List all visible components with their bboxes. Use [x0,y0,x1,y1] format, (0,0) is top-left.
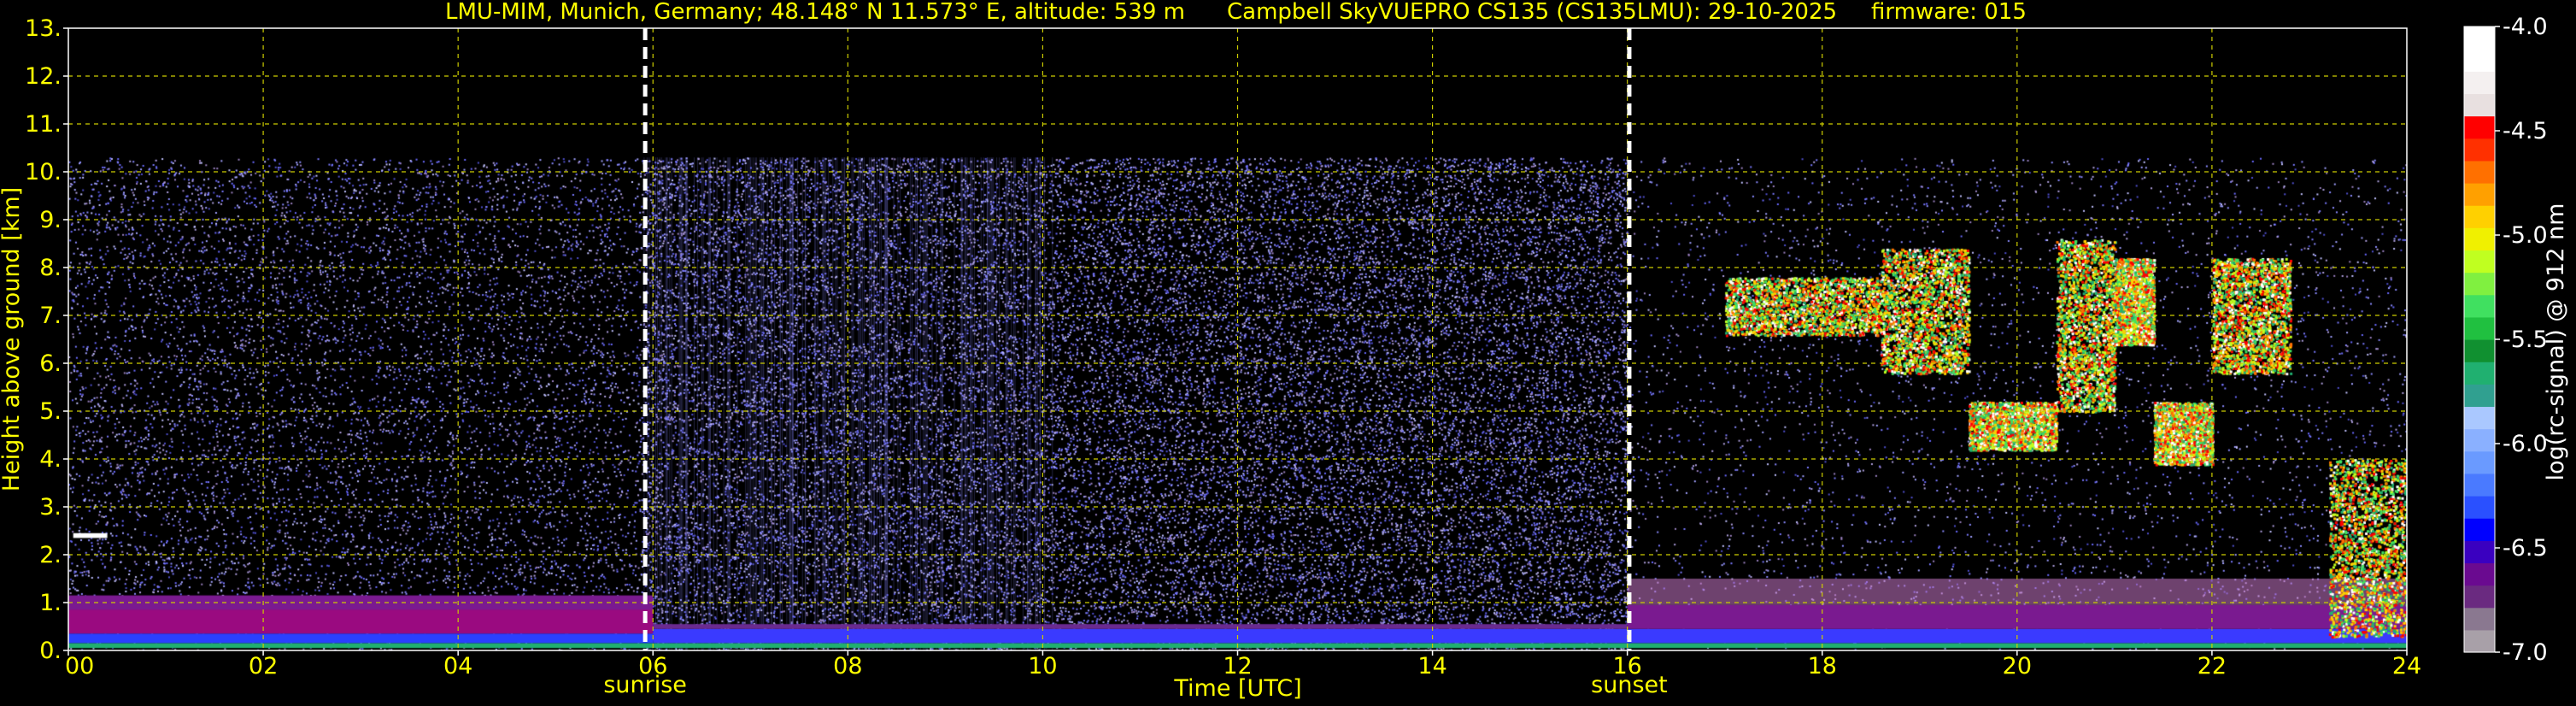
colorbar-segment [2464,316,2495,340]
colorbar-segment [2464,518,2495,541]
colorbar-tick-label: -5.0 [2503,222,2548,249]
colorbar-tick-label: -7.0 [2503,639,2548,666]
y-tick-label: 5. [39,398,62,425]
x-tick-label: 18 [1808,653,1837,680]
colorbar-segment [2464,26,2495,50]
chart-title-left: LMU-MIM, Munich, Germany; 48.148° N 11.5… [445,0,1185,25]
colorbar-segment [2464,428,2495,452]
colorbar-segment [2464,138,2495,162]
colorbar-segment [2464,160,2495,184]
x-tick-label: 10 [1028,653,1057,680]
colorbar-segment [2464,71,2495,95]
y-tick-label: 4. [39,446,62,473]
y-tick-label: 6. [39,350,62,377]
colorbar-segment [2464,607,2495,631]
x-tick-label: 02 [249,653,278,680]
y-tick-label: 3. [39,494,62,521]
chart-title-mid: Campbell SkyVUEPRO CS135 (CS135LMU): 29-… [1227,0,1837,25]
colorbar-tick-label: -5.5 [2503,327,2548,353]
y-tick-label: 11. [25,111,62,138]
colorbar-label: log(rc-signal) @ 912 nm [2543,203,2569,481]
colorbar-tick-label: -4.5 [2503,118,2548,144]
colorbar-segment [2464,562,2495,586]
y-tick-label: 7. [39,303,62,329]
y-tick-label: 0. [39,638,62,664]
x-tick-label: 20 [2003,653,2032,680]
colorbar-tick-label: -6.5 [2503,535,2548,562]
y-tick-label: 13. [25,15,62,42]
colorbar-segment [2464,250,2495,274]
y-tick-label: 8. [39,255,62,281]
y-tick-label: 10. [25,159,62,185]
colorbar-segment [2464,115,2495,139]
colorbar-segment [2464,585,2495,609]
x-tick-label: 24 [2392,653,2421,680]
chart-title-right: firmware: 015 [1871,0,2027,25]
y-axis-label: Height above ground [km] [0,187,25,491]
colorbar-segment [2464,339,2495,362]
colorbar-segment [2464,540,2495,564]
colorbar-segment [2464,183,2495,206]
y-tick-label: 9. [39,207,62,233]
colorbar-segment [2464,384,2495,408]
colorbar-tick-label: -4.0 [2503,14,2548,40]
y-tick-label: 2. [39,542,62,568]
colorbar-segment [2464,406,2495,430]
colorbar-segment [2464,629,2495,653]
y-tick-label: 12. [25,63,62,90]
colorbar-segment [2464,450,2495,474]
x-tick-label: 14 [1417,653,1446,680]
colorbar-segment [2464,496,2495,519]
x-tick-label: 00 [65,653,94,680]
y-tick-label: 1. [39,590,62,616]
colorbar-segment [2464,93,2495,117]
x-axis-label: Time [UTC] [1173,675,1301,702]
x-tick-label: 06 [638,653,667,680]
colorbar-segment [2464,272,2495,296]
x-tick-label: 08 [833,653,862,680]
colorbar-tick-label: -6.0 [2503,431,2548,457]
ceilometer-chart: sunrise sunset 00 02 04 06 08 10 12 14 16 18 20 22 24… [0,0,2576,706]
x-tick-label: 16 [1612,653,1641,680]
colorbar-segment [2464,362,2495,385]
colorbar-segment [2464,473,2495,497]
colorbar-segment [2464,294,2495,318]
colorbar-segment [2464,205,2495,228]
colorbar-segment [2464,49,2495,72]
x-tick-label: 22 [2198,653,2227,680]
colorbar-segment [2464,227,2495,251]
x-tick-label: 04 [443,653,472,680]
